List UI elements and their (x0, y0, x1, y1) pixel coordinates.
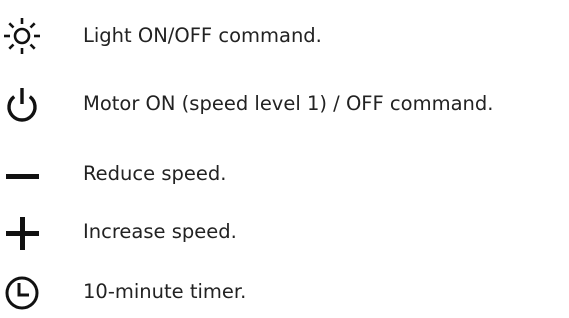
sun-light-icon (2, 16, 42, 56)
reduce-speed-label: Reduce speed. (83, 162, 227, 185)
increase-speed-label: Increase speed. (83, 220, 237, 243)
plus-icon (2, 213, 42, 253)
command-row-motor: Motor ON (speed level 1) / OFF command. (0, 85, 569, 135)
command-row-timer: 10-minute timer. (0, 268, 569, 318)
command-row-reduce: Reduce speed. (0, 158, 569, 208)
timer-command-label: 10-minute timer. (83, 280, 247, 303)
minus-icon (2, 156, 42, 196)
light-command-label: Light ON/OFF command. (83, 24, 322, 47)
command-row-increase: Increase speed. (0, 211, 569, 261)
command-row-light: Light ON/OFF command. (0, 14, 569, 64)
motor-command-label: Motor ON (speed level 1) / OFF command. (83, 92, 494, 115)
power-icon (2, 85, 42, 125)
clock-timer-icon (2, 272, 42, 312)
